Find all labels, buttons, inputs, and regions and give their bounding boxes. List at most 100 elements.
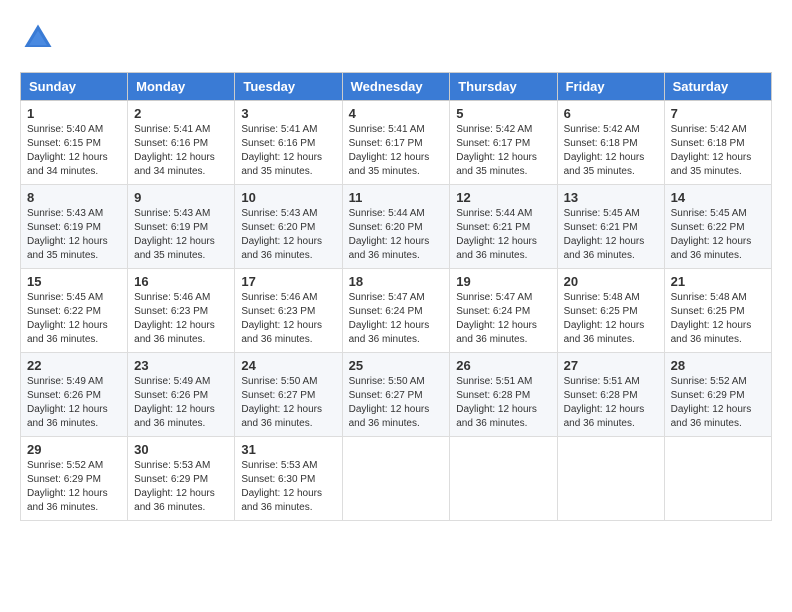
day-info: Sunrise: 5:41 AMSunset: 6:16 PMDaylight:…	[134, 123, 228, 179]
logo-icon	[20, 20, 56, 56]
day-info: Sunrise: 5:52 AMSunset: 6:29 PMDaylight:…	[27, 459, 121, 515]
day-number: 13	[564, 190, 658, 205]
calendar-cell: 17 Sunrise: 5:46 AMSunset: 6:23 PMDayligh…	[235, 269, 342, 353]
calendar-cell: 15 Sunrise: 5:45 AMSunset: 6:22 PMDayligh…	[21, 269, 128, 353]
day-info: Sunrise: 5:42 AMSunset: 6:18 PMDaylight:…	[564, 123, 658, 179]
calendar-cell	[664, 437, 771, 521]
calendar-cell: 3 Sunrise: 5:41 AMSunset: 6:16 PMDaylight…	[235, 101, 342, 185]
day-info: Sunrise: 5:43 AMSunset: 6:20 PMDaylight:…	[241, 207, 335, 263]
calendar-cell: 5Sunrise: 5:42 AMSunset: 6:17 PMDaylight…	[450, 101, 557, 185]
day-number: 8	[27, 190, 121, 205]
calendar-cell: 14Sunrise: 5:45 AMSunset: 6:22 PMDayligh…	[664, 185, 771, 269]
day-info: Sunrise: 5:43 AMSunset: 6:19 PMDaylight:…	[27, 207, 121, 263]
day-number: 1	[27, 106, 121, 121]
day-info: Sunrise: 5:45 AMSunset: 6:21 PMDaylight:…	[564, 207, 658, 263]
day-info: Sunrise: 5:44 AMSunset: 6:21 PMDaylight:…	[456, 207, 550, 263]
page-header	[20, 20, 772, 56]
day-number: 26	[456, 358, 550, 373]
calendar-cell	[450, 437, 557, 521]
day-info: Sunrise: 5:46 AMSunset: 6:23 PMDaylight:…	[241, 291, 335, 347]
day-info: Sunrise: 5:44 AMSunset: 6:20 PMDaylight:…	[349, 207, 444, 263]
day-info: Sunrise: 5:49 AMSunset: 6:26 PMDaylight:…	[134, 375, 228, 431]
day-info: Sunrise: 5:53 AMSunset: 6:29 PMDaylight:…	[134, 459, 228, 515]
calendar-cell: 24 Sunrise: 5:50 AMSunset: 6:27 PMDayligh…	[235, 353, 342, 437]
day-number: 18	[349, 274, 444, 289]
day-number: 14	[671, 190, 765, 205]
day-info: Sunrise: 5:53 AMSunset: 6:30 PMDaylight:…	[241, 459, 335, 515]
day-number: 15	[27, 274, 121, 289]
calendar-cell: 4 Sunrise: 5:41 AMSunset: 6:17 PMDaylight…	[342, 101, 450, 185]
calendar-cell: 26 Sunrise: 5:51 AMSunset: 6:28 PMDayligh…	[450, 353, 557, 437]
day-number: 7	[671, 106, 765, 121]
day-info: Sunrise: 5:41 AMSunset: 6:17 PMDaylight:…	[349, 123, 444, 179]
calendar-cell: 7 Sunrise: 5:42 AMSunset: 6:18 PMDaylight…	[664, 101, 771, 185]
calendar-cell: 8 Sunrise: 5:43 AMSunset: 6:19 PMDaylight…	[21, 185, 128, 269]
calendar-header-row: SundayMondayTuesdayWednesdayThursdayFrid…	[21, 73, 772, 101]
day-number: 20	[564, 274, 658, 289]
day-info: Sunrise: 5:51 AMSunset: 6:28 PMDaylight:…	[456, 375, 550, 431]
day-number: 16	[134, 274, 228, 289]
day-info: Sunrise: 5:49 AMSunset: 6:26 PMDaylight:…	[27, 375, 121, 431]
day-number: 29	[27, 442, 121, 457]
day-number: 17	[241, 274, 335, 289]
day-number: 10	[241, 190, 335, 205]
calendar-cell: 23 Sunrise: 5:49 AMSunset: 6:26 PMDayligh…	[128, 353, 235, 437]
calendar-cell: 21Sunrise: 5:48 AMSunset: 6:25 PMDayligh…	[664, 269, 771, 353]
day-number: 21	[671, 274, 765, 289]
day-info: Sunrise: 5:42 AMSunset: 6:18 PMDaylight:…	[671, 123, 765, 179]
day-info: Sunrise: 5:43 AMSunset: 6:19 PMDaylight:…	[134, 207, 228, 263]
calendar-cell: 13 Sunrise: 5:45 AMSunset: 6:21 PMDayligh…	[557, 185, 664, 269]
day-number: 3	[241, 106, 335, 121]
day-info: Sunrise: 5:47 AMSunset: 6:24 PMDaylight:…	[349, 291, 444, 347]
day-info: Sunrise: 5:51 AMSunset: 6:28 PMDaylight:…	[564, 375, 658, 431]
calendar-cell: 6Sunrise: 5:42 AMSunset: 6:18 PMDaylight…	[557, 101, 664, 185]
day-info: Sunrise: 5:48 AMSunset: 6:25 PMDaylight:…	[564, 291, 658, 347]
calendar-cell: 1 Sunrise: 5:40 AMSunset: 6:15 PMDaylight…	[21, 101, 128, 185]
day-number: 23	[134, 358, 228, 373]
calendar-cell: 28 Sunrise: 5:52 AMSunset: 6:29 PMDayligh…	[664, 353, 771, 437]
day-number: 24	[241, 358, 335, 373]
calendar-header-thursday: Thursday	[450, 73, 557, 101]
calendar-cell: 29 Sunrise: 5:52 AMSunset: 6:29 PMDayligh…	[21, 437, 128, 521]
calendar-header-saturday: Saturday	[664, 73, 771, 101]
day-info: Sunrise: 5:41 AMSunset: 6:16 PMDaylight:…	[241, 123, 335, 179]
calendar-cell: 31 Sunrise: 5:53 AMSunset: 6:30 PMDayligh…	[235, 437, 342, 521]
calendar-cell: 20 Sunrise: 5:48 AMSunset: 6:25 PMDayligh…	[557, 269, 664, 353]
day-number: 31	[241, 442, 335, 457]
calendar-header-friday: Friday	[557, 73, 664, 101]
calendar-header-wednesday: Wednesday	[342, 73, 450, 101]
calendar-cell: 19Sunrise: 5:47 AMSunset: 6:24 PMDayligh…	[450, 269, 557, 353]
calendar-cell: 25Sunrise: 5:50 AMSunset: 6:27 PMDayligh…	[342, 353, 450, 437]
calendar-week-row: 15 Sunrise: 5:45 AMSunset: 6:22 PMDayligh…	[21, 269, 772, 353]
day-number: 27	[564, 358, 658, 373]
calendar-cell: 30 Sunrise: 5:53 AMSunset: 6:29 PMDayligh…	[128, 437, 235, 521]
day-number: 28	[671, 358, 765, 373]
calendar-cell	[557, 437, 664, 521]
calendar-cell: 27 Sunrise: 5:51 AMSunset: 6:28 PMDayligh…	[557, 353, 664, 437]
calendar-header-sunday: Sunday	[21, 73, 128, 101]
day-number: 11	[349, 190, 444, 205]
calendar-cell: 18 Sunrise: 5:47 AMSunset: 6:24 PMDayligh…	[342, 269, 450, 353]
day-info: Sunrise: 5:52 AMSunset: 6:29 PMDaylight:…	[671, 375, 765, 431]
day-number: 22	[27, 358, 121, 373]
calendar-week-row: 22 Sunrise: 5:49 AMSunset: 6:26 PMDayligh…	[21, 353, 772, 437]
day-info: Sunrise: 5:40 AMSunset: 6:15 PMDaylight:…	[27, 123, 121, 179]
day-info: Sunrise: 5:50 AMSunset: 6:27 PMDaylight:…	[349, 375, 444, 431]
day-number: 12	[456, 190, 550, 205]
calendar-cell: 22 Sunrise: 5:49 AMSunset: 6:26 PMDayligh…	[21, 353, 128, 437]
calendar-week-row: 8 Sunrise: 5:43 AMSunset: 6:19 PMDaylight…	[21, 185, 772, 269]
day-info: Sunrise: 5:47 AMSunset: 6:24 PMDaylight:…	[456, 291, 550, 347]
calendar-cell: 11 Sunrise: 5:44 AMSunset: 6:20 PMDayligh…	[342, 185, 450, 269]
day-number: 5	[456, 106, 550, 121]
day-info: Sunrise: 5:50 AMSunset: 6:27 PMDaylight:…	[241, 375, 335, 431]
day-number: 30	[134, 442, 228, 457]
day-number: 9	[134, 190, 228, 205]
calendar-header-tuesday: Tuesday	[235, 73, 342, 101]
calendar-cell	[342, 437, 450, 521]
day-number: 4	[349, 106, 444, 121]
calendar-table: SundayMondayTuesdayWednesdayThursdayFrid…	[20, 72, 772, 521]
calendar-cell: 10 Sunrise: 5:43 AMSunset: 6:20 PMDayligh…	[235, 185, 342, 269]
calendar-cell: 12 Sunrise: 5:44 AMSunset: 6:21 PMDayligh…	[450, 185, 557, 269]
day-info: Sunrise: 5:45 AMSunset: 6:22 PMDaylight:…	[27, 291, 121, 347]
calendar-cell: 2Sunrise: 5:41 AMSunset: 6:16 PMDaylight…	[128, 101, 235, 185]
